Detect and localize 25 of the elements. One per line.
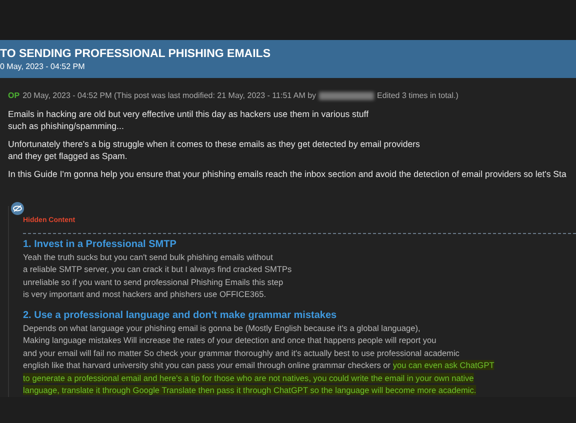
- section-text: a reliable SMTP server, you can crack it but I always find cracked SMTPs: [23, 264, 292, 274]
- post-text-line: and they get flagged as Spam.: [8, 150, 128, 162]
- section-text: Making language mistakes Will increase the rates of your detection and once that happens people will report you: [23, 335, 436, 345]
- thread-title: TO SENDING PROFESSIONAL PHISHING EMAILS: [0, 48, 272, 61]
- op-label: OP: [8, 90, 20, 102]
- post-meta: 20 May, 2023 - 04:52 PM (This post was last modified: 21 May, 2023 - 11:51 AM by: [22, 90, 316, 102]
- thread-date: 0 May, 2023 - 04:52 PM: [0, 61, 86, 72]
- highlighted-text: to generate a professional email and here's a tip for those who are not natives, you could write the email in your own native: [23, 372, 474, 382]
- post-text-line: Unfortunately there's a big struggle when it comes to these emails as they get detected by email providers: [8, 138, 421, 150]
- section-text: and your email will fail no matter So check your grammar thoroughly and it's actually best to use professional academic: [23, 348, 460, 358]
- section-text: Yeah the truth sucks but you can't send bulk phishing emails without: [23, 252, 273, 262]
- section-heading: 2. Use a professional language and don't make grammar mistakes: [23, 308, 338, 322]
- section-text: english like that harvard university shit you can pass your email through online grammar checkers or: [23, 360, 391, 370]
- post-text-line: such as phishing/spamming...: [8, 120, 125, 132]
- redacted-username: [319, 92, 374, 100]
- post-meta: Edited 3 times in total.): [377, 90, 458, 102]
- hidden-icon: [11, 202, 24, 215]
- highlighted-text: you can even ask ChatGPT: [392, 360, 494, 370]
- post-text-line: In this Guide I'm gonna help you ensure that your phishing emails reach the inbox section and avoid the detection of email providers so let's Sta: [8, 168, 568, 180]
- post-text-line: Emails in hacking are old but very effective until this day as hackers use them in various stuff: [8, 108, 370, 120]
- section-text: is very important and most hackers and phishers use OFFICE365.: [23, 289, 266, 299]
- section-text: unreliable so if you want to send professional Phishing Emails this step: [23, 276, 284, 286]
- highlighted-text: language, translate it through Google Translate then pass it through ChatGPT so the language will become more academic.: [23, 385, 476, 395]
- section-text: Depends on what language your phishing email is gonna be (Mostly English because it's a global language),: [23, 322, 420, 332]
- section-heading: 1. Invest in a Professional SMTP: [23, 238, 178, 250]
